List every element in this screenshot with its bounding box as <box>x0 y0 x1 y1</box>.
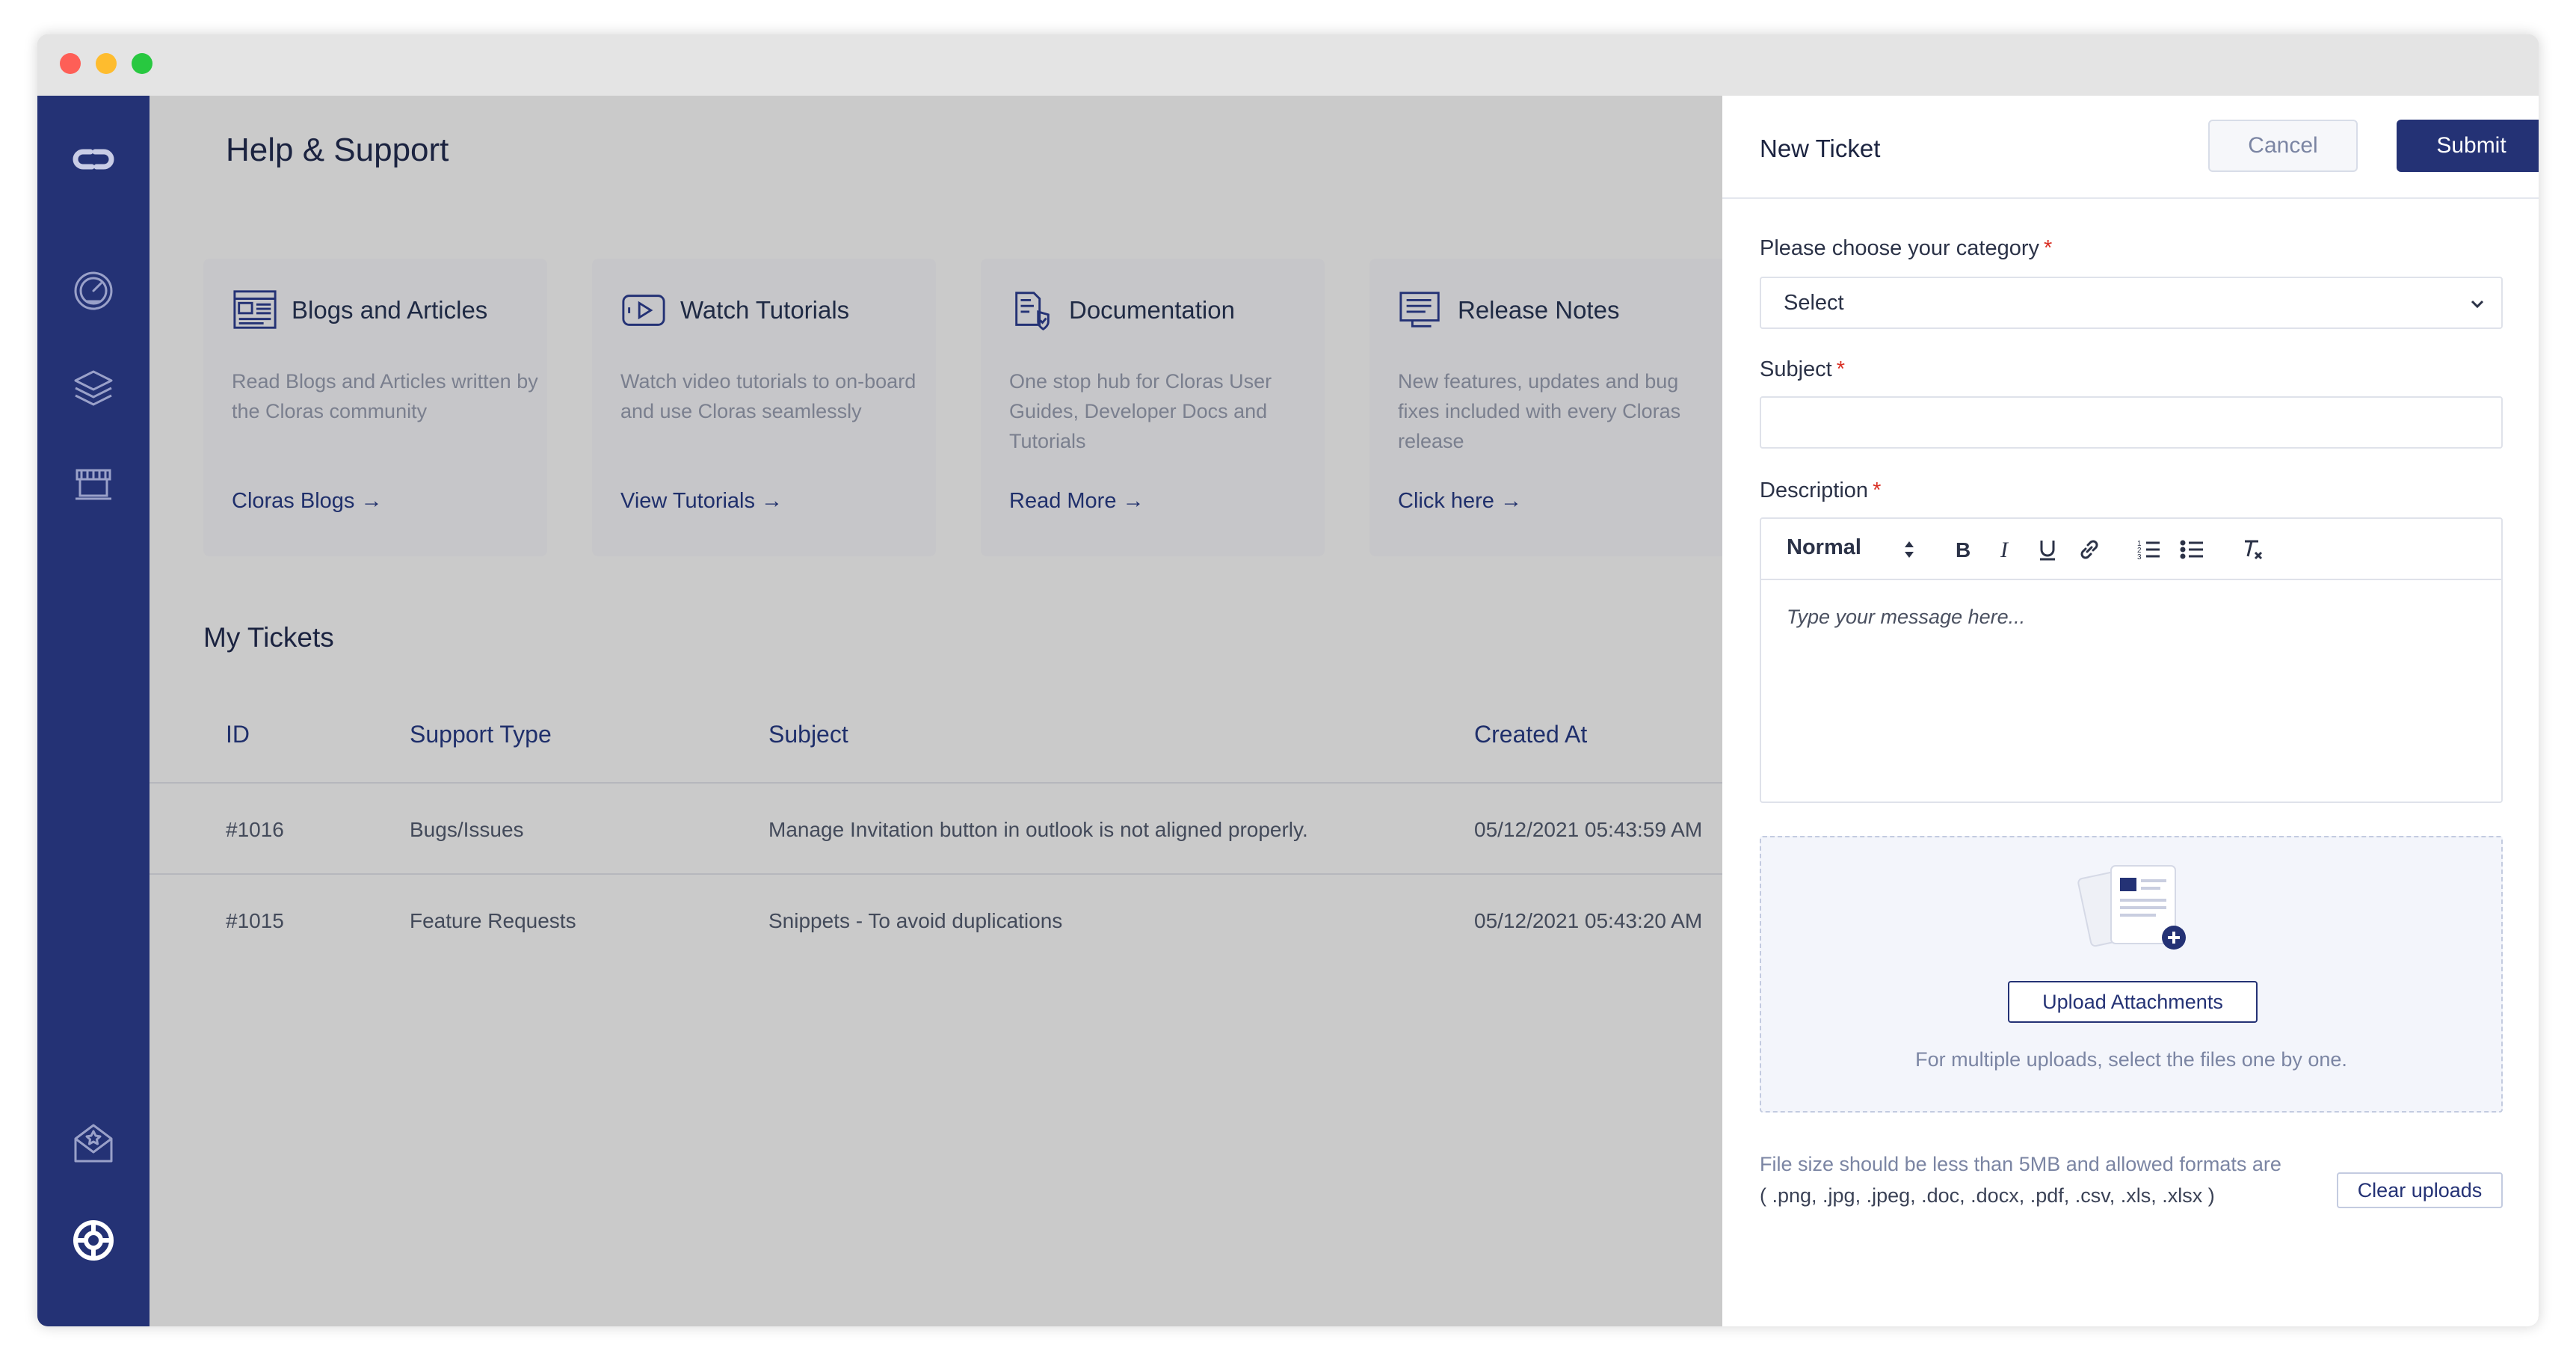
card-release-notes[interactable]: Release Notes New features, updates and … <box>1369 259 1760 556</box>
sidebar <box>37 96 150 1326</box>
submit-button[interactable]: Submit <box>2397 120 2539 172</box>
card-title: Release Notes <box>1458 296 1620 324</box>
subject-label: Subject * <box>1760 357 1846 381</box>
new-ticket-panel: New Ticket Cancel Submit Please choose y… <box>1722 96 2539 1326</box>
ticket-created-at: 05/12/2021 05:43:59 AM <box>1474 818 1703 841</box>
category-label: Please choose your category * <box>1760 236 2053 260</box>
bullet-list-icon[interactable] <box>2177 534 2208 565</box>
column-header-id[interactable]: ID <box>226 721 250 748</box>
window-close-button[interactable] <box>60 53 81 74</box>
card-link-blogs[interactable]: Cloras Blogs → <box>232 489 382 514</box>
page-title: Help & Support <box>226 132 449 168</box>
logo-icon[interactable] <box>67 133 120 185</box>
category-select-value: Select <box>1784 290 1844 315</box>
dashboard-gauge-icon[interactable] <box>67 265 120 317</box>
clear-format-icon[interactable] <box>2237 534 2268 565</box>
card-description: New features, updates and bug fixes incl… <box>1398 370 1681 452</box>
card-title: Documentation <box>1069 296 1235 324</box>
select-arrows-icon <box>1905 541 1914 558</box>
card-link-tutorials[interactable]: View Tutorials → <box>620 489 783 514</box>
ticket-created-at: 05/12/2021 05:43:20 AM <box>1474 909 1703 932</box>
store-icon[interactable] <box>67 459 120 511</box>
panel-divider <box>1722 197 2539 199</box>
bold-icon[interactable]: B <box>1947 534 1978 565</box>
column-header-support-type[interactable]: Support Type <box>410 721 552 748</box>
required-mark: * <box>1836 357 1846 381</box>
card-title: Watch Tutorials <box>680 296 850 324</box>
card-link-documentation[interactable]: Read More → <box>1009 489 1144 514</box>
ticket-subject: Snippets - To avoid duplications <box>768 909 1063 932</box>
tickets-title: My Tickets <box>203 622 334 653</box>
card-description: Read Blogs and Articles written by the C… <box>232 370 538 422</box>
underline-icon[interactable] <box>2032 534 2063 565</box>
subject-input[interactable] <box>1760 396 2503 449</box>
chevron-down-icon <box>2471 300 2484 309</box>
clear-uploads-button[interactable]: Clear uploads <box>2337 1172 2503 1208</box>
ticket-subject: Manage Invitation button in outlook is n… <box>768 818 1308 841</box>
column-header-created-at[interactable]: Created At <box>1474 721 1587 748</box>
window-titlebar <box>37 34 2539 96</box>
table-divider <box>150 873 1760 875</box>
window-minimize-button[interactable] <box>96 53 117 74</box>
upload-dropzone[interactable]: Upload Attachments For multiple uploads,… <box>1760 836 2503 1113</box>
layers-icon[interactable] <box>67 362 120 414</box>
italic-icon[interactable]: I <box>1990 534 2021 565</box>
video-icon <box>622 295 665 326</box>
ticket-support-type: Bugs/Issues <box>410 818 524 841</box>
column-header-subject[interactable]: Subject <box>768 721 848 748</box>
link-icon[interactable] <box>2074 534 2105 565</box>
app-body: Help & Support Blogs and Articles Read B… <box>37 96 2539 1326</box>
mail-star-icon[interactable] <box>67 1117 120 1169</box>
card-blogs[interactable]: Blogs and Articles Read Blogs and Articl… <box>203 259 547 556</box>
description-editor: Normal B I 1 2 3 Type your message here.… <box>1760 517 2503 803</box>
description-label: Description * <box>1760 479 1882 502</box>
file-size-note: File size should be less than 5MB and al… <box>1760 1153 2281 1207</box>
upload-documents-icon <box>2077 865 2186 950</box>
upload-attachments-button[interactable]: Upload Attachments <box>2008 981 2258 1023</box>
card-link-release-notes[interactable]: Click here → <box>1398 489 1522 514</box>
lifebuoy-icon[interactable] <box>67 1214 120 1267</box>
cancel-button[interactable]: Cancel <box>2208 120 2358 172</box>
card-description: One stop hub for Cloras User Guides, Dev… <box>1009 370 1272 452</box>
window-zoom-button[interactable] <box>132 53 152 74</box>
svg-text:B: B <box>1956 538 1970 561</box>
card-description: Watch video tutorials to on-board and us… <box>620 370 916 422</box>
format-select[interactable]: Normal <box>1787 535 1861 560</box>
required-mark: * <box>1873 479 1882 502</box>
description-textarea[interactable]: Type your message here... <box>1787 606 2025 629</box>
upload-hint: For multiple uploads, select the files o… <box>1915 1048 2347 1071</box>
svg-text:I: I <box>2000 538 2009 562</box>
release-notes-icon <box>1399 292 1440 327</box>
ordered-list-icon[interactable]: 123 <box>2133 534 2165 565</box>
card-title: Blogs and Articles <box>292 296 488 324</box>
ticket-id: #1015 <box>226 909 284 932</box>
svg-text:3: 3 <box>2137 553 2142 561</box>
editor-toolbar: Normal B I 1 2 3 <box>1761 519 2501 580</box>
panel-title: New Ticket <box>1760 135 1881 162</box>
card-documentation[interactable]: Documentation One stop hub for Cloras Us… <box>981 259 1325 556</box>
ticket-support-type: Feature Requests <box>410 909 576 932</box>
ticket-id: #1016 <box>226 818 284 841</box>
card-tutorials[interactable]: Watch Tutorials Watch video tutorials to… <box>592 259 936 556</box>
documentation-icon <box>1015 292 1050 330</box>
table-divider <box>150 782 1760 784</box>
app-window: Help & Support Blogs and Articles Read B… <box>37 34 2539 1326</box>
required-mark: * <box>2044 236 2053 260</box>
blog-icon <box>233 290 277 329</box>
category-select[interactable]: Select <box>1760 277 2503 329</box>
